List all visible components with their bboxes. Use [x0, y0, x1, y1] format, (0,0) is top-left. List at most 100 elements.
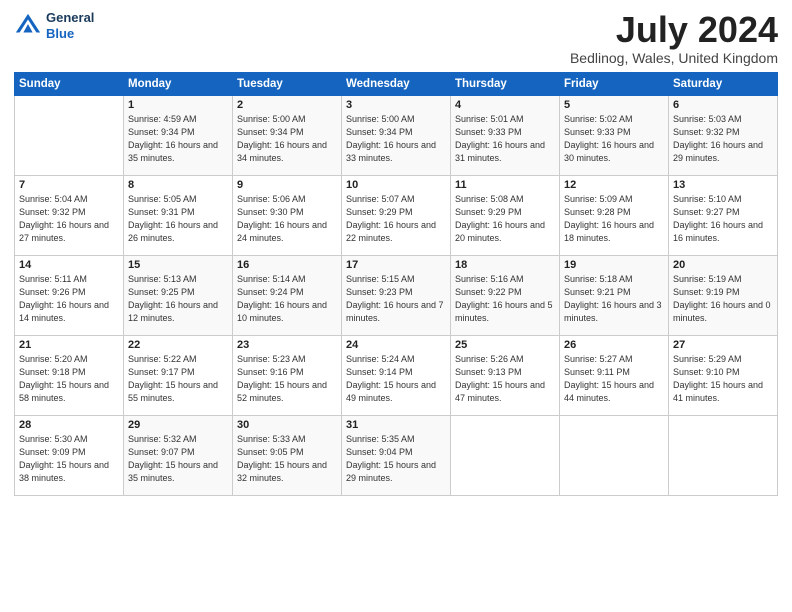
- day-info: Sunrise: 5:16 AMSunset: 9:22 PMDaylight:…: [455, 273, 555, 325]
- day-info: Sunrise: 4:59 AMSunset: 9:34 PMDaylight:…: [128, 113, 228, 165]
- day-info: Sunrise: 5:00 AMSunset: 9:34 PMDaylight:…: [346, 113, 446, 165]
- day-info: Sunrise: 5:01 AMSunset: 9:33 PMDaylight:…: [455, 113, 555, 165]
- day-info: Sunrise: 5:33 AMSunset: 9:05 PMDaylight:…: [237, 433, 337, 485]
- day-cell: 2 Sunrise: 5:00 AMSunset: 9:34 PMDaylight…: [233, 95, 342, 175]
- logo: General Blue: [14, 10, 94, 41]
- day-number: 26: [564, 339, 664, 351]
- day-info: Sunrise: 5:13 AMSunset: 9:25 PMDaylight:…: [128, 273, 228, 325]
- day-cell: 29Sunrise: 5:32 AMSunset: 9:07 PMDayligh…: [124, 415, 233, 495]
- day-info: Sunrise: 5:09 AMSunset: 9:28 PMDaylight:…: [564, 193, 664, 245]
- day-number: 17: [346, 259, 446, 271]
- day-number: 2: [237, 99, 337, 111]
- day-number: 1: [128, 99, 228, 111]
- day-number: 12: [564, 179, 664, 191]
- calendar-body: 1 Sunrise: 4:59 AMSunset: 9:34 PMDaylight…: [15, 95, 778, 495]
- day-cell: 23 Sunrise: 5:23 AMSunset: 9:16 PMDayligh…: [233, 335, 342, 415]
- day-info: Sunrise: 5:04 AMSunset: 9:32 PMDaylight:…: [19, 193, 119, 245]
- day-number: 5: [564, 99, 664, 111]
- day-cell: 6 Sunrise: 5:03 AMSunset: 9:32 PMDaylight…: [669, 95, 778, 175]
- day-cell: 30 Sunrise: 5:33 AMSunset: 9:05 PMDayligh…: [233, 415, 342, 495]
- day-number: 11: [455, 179, 555, 191]
- day-info: Sunrise: 5:30 AMSunset: 9:09 PMDaylight:…: [19, 433, 119, 485]
- day-cell: 13Sunrise: 5:10 AMSunset: 9:27 PMDayligh…: [669, 175, 778, 255]
- day-cell: 9 Sunrise: 5:06 AMSunset: 9:30 PMDaylight…: [233, 175, 342, 255]
- day-cell: [15, 95, 124, 175]
- logo-text: General Blue: [46, 10, 94, 41]
- day-info: Sunrise: 5:20 AMSunset: 9:18 PMDaylight:…: [19, 353, 119, 405]
- day-cell: 19 Sunrise: 5:18 AMSunset: 9:21 PMDayligh…: [560, 255, 669, 335]
- logo-icon: [14, 12, 42, 40]
- week-row-3: 14 Sunrise: 5:11 AMSunset: 9:26 PMDayligh…: [15, 255, 778, 335]
- day-info: Sunrise: 5:23 AMSunset: 9:16 PMDaylight:…: [237, 353, 337, 405]
- day-number: 29: [128, 419, 228, 431]
- title-block: July 2024 Bedlinog, Wales, United Kingdo…: [570, 10, 778, 66]
- col-header-tuesday: Tuesday: [233, 72, 342, 95]
- day-number: 3: [346, 99, 446, 111]
- day-number: 9: [237, 179, 337, 191]
- day-cell: 26Sunrise: 5:27 AMSunset: 9:11 PMDayligh…: [560, 335, 669, 415]
- day-number: 22: [128, 339, 228, 351]
- day-number: 16: [237, 259, 337, 271]
- day-cell: 3 Sunrise: 5:00 AMSunset: 9:34 PMDaylight…: [342, 95, 451, 175]
- day-info: Sunrise: 5:07 AMSunset: 9:29 PMDaylight:…: [346, 193, 446, 245]
- col-header-wednesday: Wednesday: [342, 72, 451, 95]
- day-cell: 25Sunrise: 5:26 AMSunset: 9:13 PMDayligh…: [451, 335, 560, 415]
- day-number: 18: [455, 259, 555, 271]
- calendar-header-row: SundayMondayTuesdayWednesdayThursdayFrid…: [15, 72, 778, 95]
- day-cell: 18 Sunrise: 5:16 AMSunset: 9:22 PMDayligh…: [451, 255, 560, 335]
- day-cell: 4 Sunrise: 5:01 AMSunset: 9:33 PMDaylight…: [451, 95, 560, 175]
- location: Bedlinog, Wales, United Kingdom: [570, 50, 778, 66]
- day-number: 10: [346, 179, 446, 191]
- day-cell: 31Sunrise: 5:35 AMSunset: 9:04 PMDayligh…: [342, 415, 451, 495]
- day-cell: 5 Sunrise: 5:02 AMSunset: 9:33 PMDaylight…: [560, 95, 669, 175]
- header-row: General Blue July 2024 Bedlinog, Wales, …: [14, 10, 778, 66]
- day-number: 20: [673, 259, 773, 271]
- week-row-5: 28 Sunrise: 5:30 AMSunset: 9:09 PMDayligh…: [15, 415, 778, 495]
- day-cell: 27 Sunrise: 5:29 AMSunset: 9:10 PMDayligh…: [669, 335, 778, 415]
- day-cell: [669, 415, 778, 495]
- col-header-saturday: Saturday: [669, 72, 778, 95]
- day-number: 19: [564, 259, 664, 271]
- day-number: 21: [19, 339, 119, 351]
- day-info: Sunrise: 5:11 AMSunset: 9:26 PMDaylight:…: [19, 273, 119, 325]
- col-header-thursday: Thursday: [451, 72, 560, 95]
- day-info: Sunrise: 5:29 AMSunset: 9:10 PMDaylight:…: [673, 353, 773, 405]
- day-number: 27: [673, 339, 773, 351]
- day-number: 6: [673, 99, 773, 111]
- day-cell: 12 Sunrise: 5:09 AMSunset: 9:28 PMDayligh…: [560, 175, 669, 255]
- week-row-1: 1 Sunrise: 4:59 AMSunset: 9:34 PMDaylight…: [15, 95, 778, 175]
- day-number: 28: [19, 419, 119, 431]
- day-info: Sunrise: 5:00 AMSunset: 9:34 PMDaylight:…: [237, 113, 337, 165]
- day-info: Sunrise: 5:03 AMSunset: 9:32 PMDaylight:…: [673, 113, 773, 165]
- day-cell: [560, 415, 669, 495]
- day-number: 8: [128, 179, 228, 191]
- calendar-container: General Blue July 2024 Bedlinog, Wales, …: [0, 0, 792, 504]
- day-number: 14: [19, 259, 119, 271]
- day-info: Sunrise: 5:18 AMSunset: 9:21 PMDaylight:…: [564, 273, 664, 325]
- day-cell: 8 Sunrise: 5:05 AMSunset: 9:31 PMDaylight…: [124, 175, 233, 255]
- day-info: Sunrise: 5:06 AMSunset: 9:30 PMDaylight:…: [237, 193, 337, 245]
- day-number: 23: [237, 339, 337, 351]
- day-info: Sunrise: 5:05 AMSunset: 9:31 PMDaylight:…: [128, 193, 228, 245]
- day-info: Sunrise: 5:26 AMSunset: 9:13 PMDaylight:…: [455, 353, 555, 405]
- day-number: 30: [237, 419, 337, 431]
- day-info: Sunrise: 5:08 AMSunset: 9:29 PMDaylight:…: [455, 193, 555, 245]
- day-cell: 11 Sunrise: 5:08 AMSunset: 9:29 PMDayligh…: [451, 175, 560, 255]
- month-title: July 2024: [570, 10, 778, 50]
- day-info: Sunrise: 5:14 AMSunset: 9:24 PMDaylight:…: [237, 273, 337, 325]
- day-cell: 15 Sunrise: 5:13 AMSunset: 9:25 PMDayligh…: [124, 255, 233, 335]
- day-cell: 16 Sunrise: 5:14 AMSunset: 9:24 PMDayligh…: [233, 255, 342, 335]
- day-number: 31: [346, 419, 446, 431]
- day-info: Sunrise: 5:19 AMSunset: 9:19 PMDaylight:…: [673, 273, 773, 325]
- day-number: 15: [128, 259, 228, 271]
- day-info: Sunrise: 5:15 AMSunset: 9:23 PMDaylight:…: [346, 273, 446, 325]
- day-cell: 14 Sunrise: 5:11 AMSunset: 9:26 PMDayligh…: [15, 255, 124, 335]
- day-number: 24: [346, 339, 446, 351]
- day-cell: [451, 415, 560, 495]
- day-cell: 10 Sunrise: 5:07 AMSunset: 9:29 PMDayligh…: [342, 175, 451, 255]
- day-number: 4: [455, 99, 555, 111]
- calendar-table: SundayMondayTuesdayWednesdayThursdayFrid…: [14, 72, 778, 496]
- col-header-sunday: Sunday: [15, 72, 124, 95]
- day-cell: 21 Sunrise: 5:20 AMSunset: 9:18 PMDayligh…: [15, 335, 124, 415]
- day-info: Sunrise: 5:02 AMSunset: 9:33 PMDaylight:…: [564, 113, 664, 165]
